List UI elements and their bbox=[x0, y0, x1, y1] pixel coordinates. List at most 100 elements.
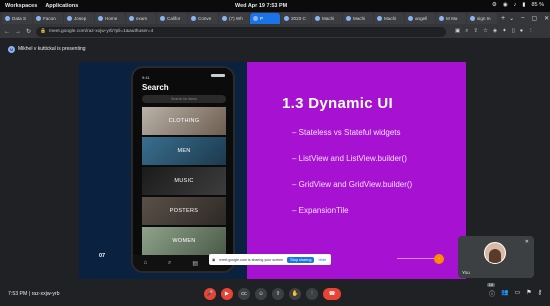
phone-category-tile: POSTERS bbox=[142, 197, 226, 225]
raise-hand-icon[interactable]: ✋ bbox=[289, 288, 301, 300]
browser-tab[interactable]: Data S bbox=[2, 13, 32, 24]
tab-favicon-icon bbox=[284, 16, 289, 21]
battery-icon[interactable]: ▮ bbox=[522, 2, 525, 8]
browser-tab[interactable]: Facon bbox=[33, 13, 63, 24]
phone-category-tile: MEN bbox=[142, 137, 226, 165]
browser-tab[interactable]: M Ma bbox=[436, 13, 466, 24]
applications-menu[interactable]: Applications bbox=[45, 3, 78, 9]
people-icon[interactable]: 👥 bbox=[501, 289, 508, 298]
share-icon[interactable]: ⇪ bbox=[473, 28, 478, 35]
new-tab-button[interactable]: + bbox=[498, 15, 508, 22]
activities-icon[interactable]: ⚑ bbox=[526, 289, 531, 298]
leave-call-button[interactable]: ☎ bbox=[323, 288, 341, 300]
tab-favicon-icon bbox=[191, 16, 196, 21]
kebab-menu-icon[interactable]: ⋮ bbox=[528, 28, 534, 35]
browser-tab-active[interactable]: P bbox=[250, 13, 280, 24]
extension-icon[interactable]: ◈ bbox=[493, 28, 497, 35]
reload-icon[interactable]: ↻ bbox=[26, 28, 31, 35]
phone-status-icon bbox=[211, 74, 225, 77]
back-icon[interactable]: ← bbox=[4, 29, 10, 35]
shared-screen: 9:41 Search Search for items CLOTHING ME… bbox=[79, 62, 466, 279]
screen-sharing-notice: ▣ meet.google.com is sharing your screen… bbox=[209, 254, 331, 265]
browser-tab[interactable]: Josep bbox=[64, 13, 94, 24]
stop-sharing-button[interactable]: Stop sharing bbox=[287, 256, 315, 263]
browser-tab[interactable]: exam bbox=[126, 13, 156, 24]
address-text: meet.google.com/raz-xxjw-yrb?pli=1&authu… bbox=[49, 29, 154, 34]
browser-toolbar: ← → ↻ 🔒 meet.google.com/raz-xxjw-yrb?pli… bbox=[0, 25, 550, 38]
browser-tab[interactable]: Machi bbox=[312, 13, 342, 24]
meeting-time: 7:53 PM bbox=[8, 291, 28, 297]
maximize-icon[interactable]: ▢ bbox=[531, 15, 537, 22]
phone-category-tile: MUSIC bbox=[142, 167, 226, 195]
self-video-tile[interactable]: ✕ You bbox=[458, 236, 534, 278]
slide-next-arrow-icon: › bbox=[434, 254, 444, 264]
self-avatar bbox=[484, 242, 506, 264]
tab-favicon-icon bbox=[36, 16, 41, 21]
os-top-bar: Workspaces Applications Wed Apr 19 7:53 … bbox=[0, 0, 550, 12]
presenter-avatar-icon: M bbox=[8, 45, 15, 53]
camera-off-icon[interactable]: ▶ bbox=[221, 288, 233, 300]
browser-tab[interactable]: Home bbox=[95, 13, 125, 24]
side-panel-controls: ⓘ 👥 ▭ ⚑ ⚷ bbox=[489, 289, 542, 298]
close-icon[interactable]: ✕ bbox=[544, 15, 549, 22]
tab-favicon-icon bbox=[5, 16, 10, 21]
tab-search-icon[interactable]: ⌄ bbox=[509, 15, 514, 22]
emoji-icon[interactable]: ☺ bbox=[255, 288, 267, 300]
captions-icon[interactable]: cc bbox=[238, 288, 250, 300]
host-controls-icon[interactable]: ⚷ bbox=[538, 289, 542, 298]
sidebar-icon[interactable]: ▯ bbox=[512, 28, 515, 35]
browser-tab[interactable]: Califor bbox=[157, 13, 187, 24]
phone-category-tile: CLOTHING bbox=[142, 107, 226, 135]
phone-title: Search bbox=[142, 83, 169, 92]
tab-favicon-icon bbox=[346, 16, 351, 21]
slide-title: 1.3 Dynamic UI bbox=[282, 95, 393, 112]
volume-icon[interactable]: ♪ bbox=[514, 2, 517, 8]
meet-favicon-icon bbox=[253, 16, 258, 21]
hide-notice-button[interactable]: Hide bbox=[318, 258, 326, 262]
pin-icon[interactable]: ✕ bbox=[525, 239, 529, 245]
browser-tab[interactable]: (7) Wh bbox=[219, 13, 249, 24]
tab-favicon-icon bbox=[408, 16, 413, 21]
self-tile-label: You bbox=[462, 270, 470, 275]
browser-tab[interactable]: Machi bbox=[374, 13, 404, 24]
tab-favicon-icon bbox=[377, 16, 382, 21]
browser-tab[interactable]: Machi bbox=[343, 13, 373, 24]
phone-time: 9:41 bbox=[142, 75, 150, 80]
wifi-icon[interactable]: ◉ bbox=[503, 2, 508, 8]
profile-avatar-icon[interactable]: ● bbox=[520, 28, 523, 35]
browser-tab[interactable]: 2023 C bbox=[281, 13, 311, 24]
address-bar[interactable]: 🔒 meet.google.com/raz-xxjw-yrb?pli=1&aut… bbox=[36, 26, 447, 37]
chat-icon[interactable]: ▭ bbox=[515, 289, 521, 298]
camera-indicator-icon[interactable]: ▣ bbox=[455, 28, 460, 35]
forward-icon[interactable]: → bbox=[15, 29, 21, 35]
presenting-text: Mikhel v kuttickal is presenting bbox=[18, 46, 86, 52]
phone-mockup: 9:41 Search Search for items CLOTHING ME… bbox=[131, 66, 235, 273]
avatar-face bbox=[489, 249, 501, 263]
screen: Workspaces Applications Wed Apr 19 7:53 … bbox=[0, 0, 550, 306]
os-clock[interactable]: Wed Apr 19 7:53 PM bbox=[235, 3, 287, 9]
extensions-puzzle-icon[interactable]: ✦ bbox=[502, 28, 507, 35]
zoom-icon[interactable]: ⌕ bbox=[465, 28, 468, 35]
more-options-icon[interactable]: ⋮ bbox=[306, 288, 318, 300]
sharing-notice-text: meet.google.com is sharing your screen bbox=[219, 257, 284, 262]
browser-tab[interactable]: sign In bbox=[467, 13, 497, 24]
settings-icon[interactable]: ⚙ bbox=[492, 2, 497, 8]
microphone-off-icon[interactable]: 🎤 bbox=[204, 288, 216, 300]
minimize-icon[interactable]: – bbox=[521, 15, 524, 22]
meeting-control-bar: 7:53 PM | raz-xxjw-yrb 🎤 ▶ cc ☺ ⇧ ✋ ⋮ ☎ … bbox=[0, 283, 550, 306]
browser-tab[interactable]: angell bbox=[405, 13, 435, 24]
bookmark-star-icon[interactable]: ☆ bbox=[483, 28, 488, 35]
meeting-details-icon[interactable]: ⓘ bbox=[489, 289, 495, 298]
slide-decor-line bbox=[397, 258, 437, 259]
workspaces-menu[interactable]: Workspaces bbox=[5, 3, 37, 9]
battery-percent: 85 % bbox=[531, 2, 544, 8]
present-screen-icon[interactable]: ⇧ bbox=[272, 288, 284, 300]
presenting-banner: M Mikhel v kuttickal is presenting bbox=[8, 44, 544, 54]
tab-favicon-icon bbox=[315, 16, 320, 21]
phone-search-icon: ⌕ bbox=[168, 259, 172, 266]
phone-bag-icon: ▤ bbox=[192, 260, 199, 267]
tab-favicon-icon bbox=[129, 16, 134, 21]
browser-tab[interactable]: Conve bbox=[188, 13, 218, 24]
slide-bullet: – ExpansionTile bbox=[292, 206, 349, 215]
tab-favicon-icon bbox=[160, 16, 165, 21]
